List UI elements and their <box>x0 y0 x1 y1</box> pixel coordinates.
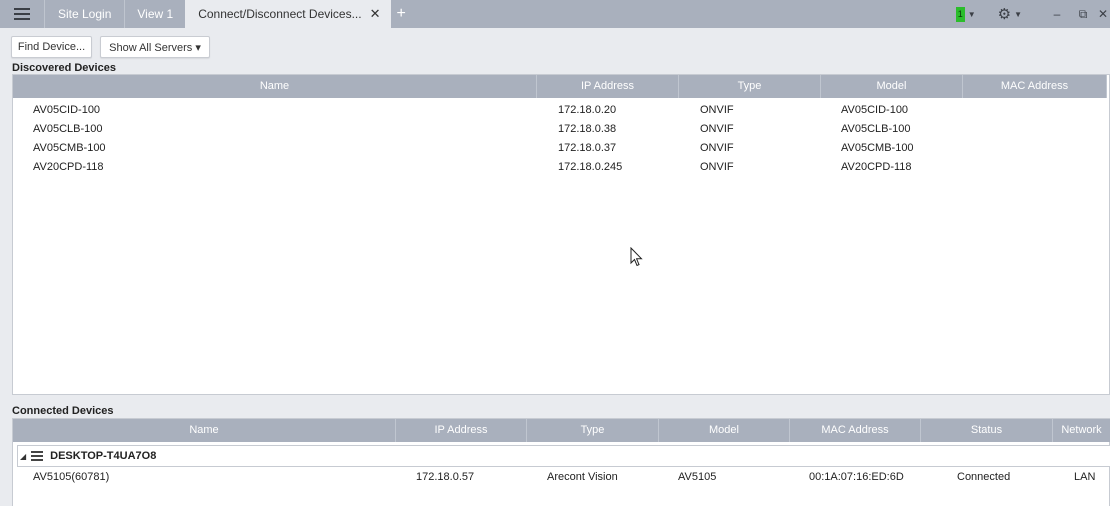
cell-name: AV05CID-100 <box>33 103 101 116</box>
close-tab-icon[interactable]: ✕ <box>370 6 381 22</box>
discovered-table-header: Name IP Address Type Model MAC Address <box>13 75 1107 98</box>
cell-ip: 172.18.0.37 <box>558 141 617 154</box>
chevron-down-icon: ▼ <box>1014 9 1022 19</box>
table-row[interactable]: AV05CMB-100 172.18.0.37 ONVIF AV05CMB-10… <box>13 138 1109 157</box>
cell-type: ONVIF <box>700 141 734 154</box>
column-header-network[interactable]: Network <box>1053 419 1110 442</box>
column-header-mac-address[interactable]: MAC Address <box>963 75 1107 98</box>
connected-devices-title: Connected Devices <box>12 405 114 417</box>
collapse-triangle-icon[interactable]: ◢ <box>20 452 26 461</box>
server-group-row[interactable]: ◢ DESKTOP-T4UA7O8 <box>17 445 1110 467</box>
cell-model: AV20CPD-118 <box>841 160 912 173</box>
cell-status: Connected <box>957 470 1011 483</box>
cell-ip: 172.18.0.245 <box>558 160 623 173</box>
cell-type: ONVIF <box>700 160 734 173</box>
restore-button[interactable]: ⧉ <box>1070 7 1096 22</box>
find-device-button[interactable]: Find Device... <box>11 36 92 58</box>
cell-model: AV05CID-100 <box>841 103 909 116</box>
tab-connect-disconnect-devices[interactable]: Connect/Disconnect Devices... ✕ <box>185 0 391 28</box>
cell-type: Arecont Vision <box>547 470 618 483</box>
notifications-button[interactable]: 1 ▼ <box>955 6 976 22</box>
table-row[interactable]: AV5105(60781) 172.18.0.57 Arecont Vision… <box>13 467 1109 486</box>
minimize-button[interactable]: – <box>1044 7 1070 21</box>
add-tab-icon[interactable]: + <box>391 0 412 28</box>
column-header-model[interactable]: Model <box>821 75 963 98</box>
connected-table-header: Name IP Address Type Model MAC Address S… <box>13 419 1110 442</box>
column-header-mac-address[interactable]: MAC Address <box>790 419 921 442</box>
column-header-type[interactable]: Type <box>527 419 659 442</box>
server-group-name: DESKTOP-T4UA7O8 <box>50 450 157 462</box>
discovered-devices-table: Name IP Address Type Model MAC Address A… <box>12 74 1110 395</box>
column-header-ip-address[interactable]: IP Address <box>537 75 679 98</box>
tab-bar: Site Login View 1 Connect/Disconnect Dev… <box>0 0 1110 28</box>
cell-ip: 172.18.0.57 <box>416 470 475 483</box>
cell-model: AV05CMB-100 <box>841 141 914 154</box>
main-menu-button[interactable] <box>0 0 44 28</box>
mouse-cursor-icon <box>630 247 643 267</box>
table-row[interactable]: AV20CPD-118 172.18.0.245 ONVIF AV20CPD-1… <box>13 157 1109 176</box>
cell-model: AV5105 <box>678 470 717 483</box>
server-icon <box>31 451 44 461</box>
table-row[interactable]: AV05CLB-100 172.18.0.38 ONVIF AV05CLB-10… <box>13 119 1109 138</box>
column-header-status[interactable]: Status <box>921 419 1053 442</box>
cell-name: AV05CMB-100 <box>33 141 106 154</box>
column-header-model[interactable]: Model <box>659 419 790 442</box>
connected-devices-table: Name IP Address Type Model MAC Address S… <box>12 418 1110 506</box>
cell-type: ONVIF <box>700 103 734 116</box>
gear-icon: ⚙ <box>997 6 1012 23</box>
column-header-name[interactable]: Name <box>13 75 537 98</box>
cell-type: ONVIF <box>700 122 734 135</box>
discovered-devices-title: Discovered Devices <box>12 62 116 74</box>
cell-ip: 172.18.0.20 <box>558 103 617 116</box>
close-window-button[interactable]: ✕ <box>1096 7 1110 21</box>
cell-ip: 172.18.0.38 <box>558 122 617 135</box>
chevron-down-icon: ▼ <box>967 9 976 19</box>
settings-button[interactable]: ⚙ ▼ <box>998 5 1022 23</box>
table-row[interactable]: AV05CID-100 172.18.0.20 ONVIF AV05CID-10… <box>13 100 1109 119</box>
column-header-name[interactable]: Name <box>13 419 396 442</box>
show-all-servers-dropdown[interactable]: Show All Servers ▾ <box>100 36 210 58</box>
cell-name: AV20CPD-118 <box>33 160 104 173</box>
cell-name: AV05CLB-100 <box>33 122 103 135</box>
cell-model: AV05CLB-100 <box>841 122 911 135</box>
cell-network: LAN <box>1074 470 1096 483</box>
notification-badge: 1 <box>955 6 965 22</box>
column-header-type[interactable]: Type <box>679 75 821 98</box>
tab-view-1[interactable]: View 1 <box>124 0 185 28</box>
hamburger-icon <box>14 8 30 20</box>
tab-site-login[interactable]: Site Login <box>44 0 124 28</box>
cell-name: AV5105(60781) <box>33 470 110 483</box>
cell-mac: 00:1A:07:16:ED:6D <box>809 470 904 483</box>
column-header-ip-address[interactable]: IP Address <box>396 419 527 442</box>
tab-connect-label: Connect/Disconnect Devices... <box>198 7 362 21</box>
